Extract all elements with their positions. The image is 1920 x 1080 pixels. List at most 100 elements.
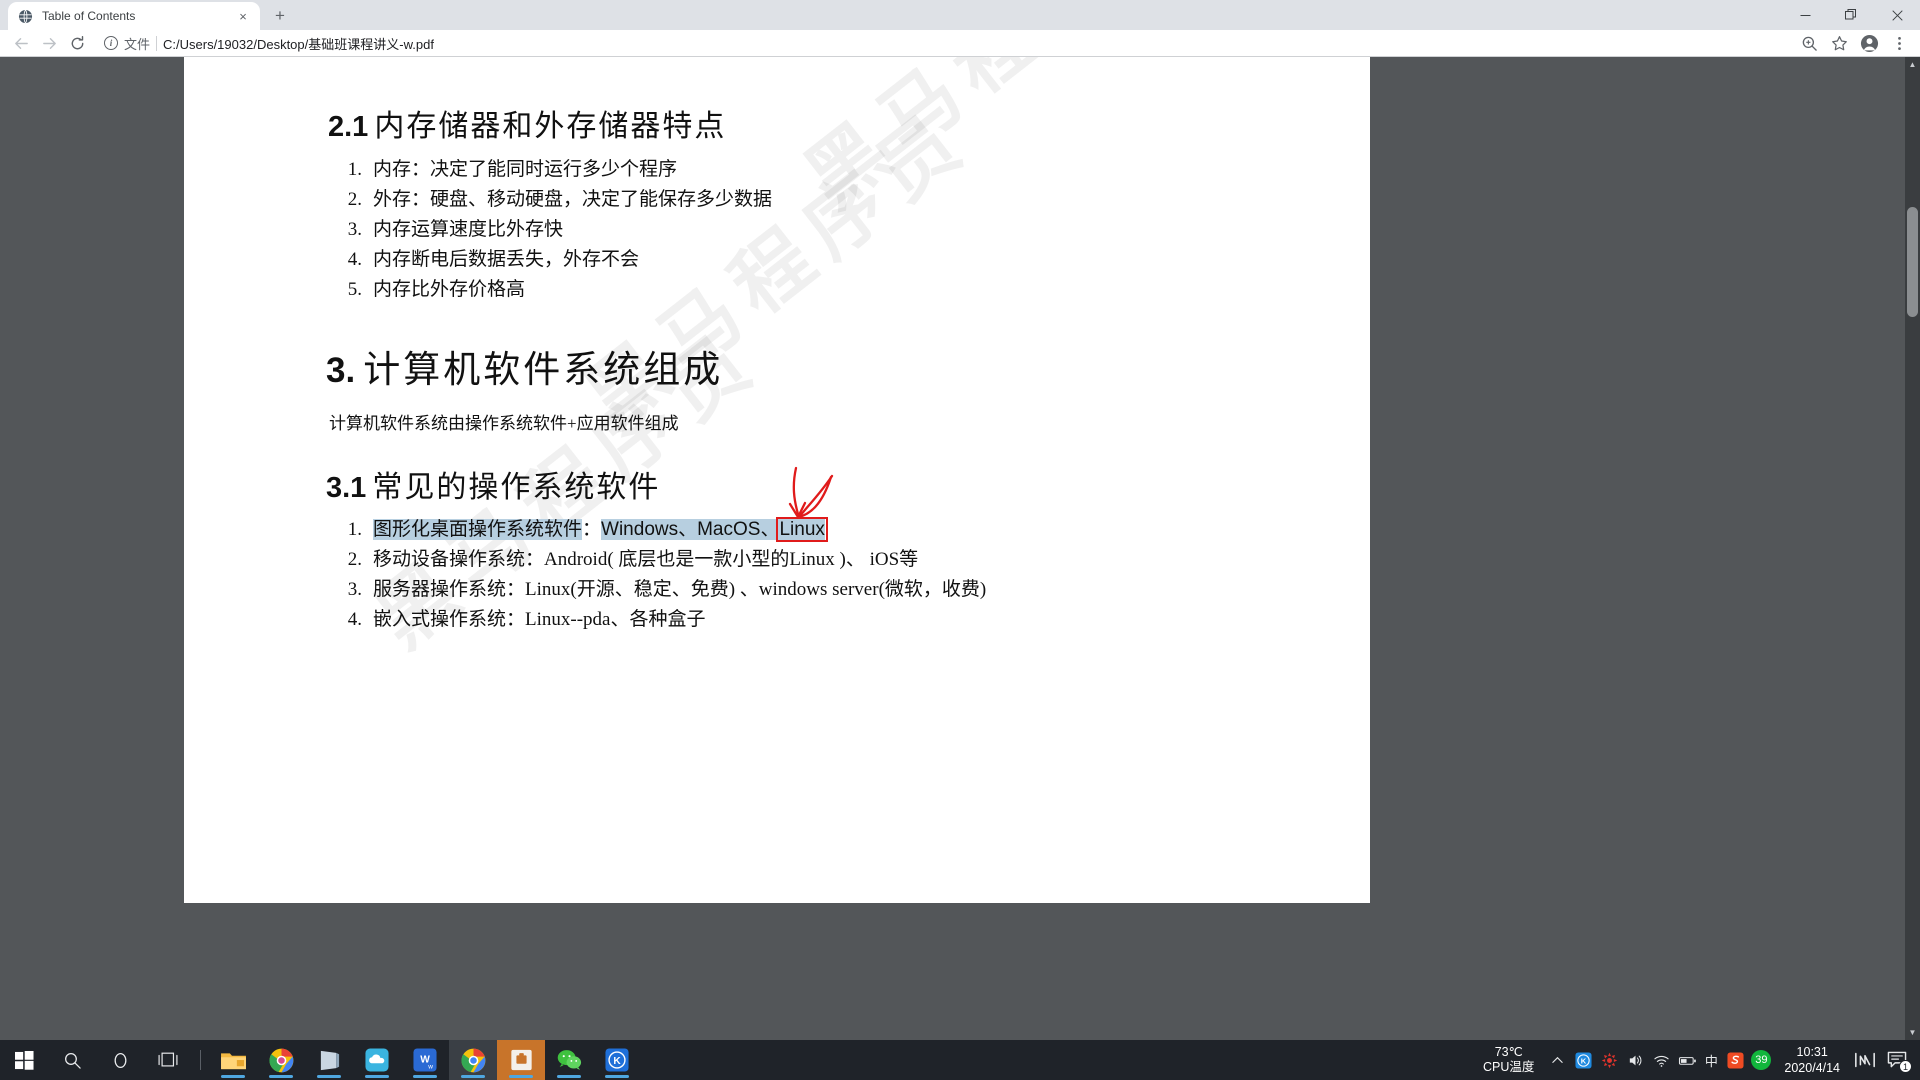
taskbar-separator — [200, 1050, 201, 1070]
cpu-temp-label: CPU温度 — [1482, 1060, 1535, 1074]
watermark-text: 黑马程序员 — [778, 57, 1209, 229]
colon: ： — [582, 519, 602, 540]
taskbar-app-baidu-netdisk[interactable] — [353, 1040, 401, 1080]
close-icon[interactable]: × — [235, 8, 251, 24]
tab-strip: Table of Contents × + — [0, 0, 1920, 30]
taskbar-app-google-chrome[interactable] — [449, 1040, 497, 1080]
network-speed-icon[interactable] — [1850, 1040, 1880, 1080]
taskbar-app-pdf-reader[interactable] — [497, 1040, 545, 1080]
window-controls — [1782, 0, 1920, 30]
heading-3-1-title: 常见的操作系统软件 — [372, 471, 661, 504]
highlighted-text: 图形化桌面操作系统软件 — [373, 519, 583, 540]
list-item: 3. 服务器操作系统：Linux(开源、稳定、免费) 、windows serve… — [332, 575, 986, 605]
taskbar-app-wps-writer[interactable]: W w — [401, 1040, 449, 1080]
pdf-page: 黑马程序员 黑马程序员 黑马程序员 2.1内存储器和外存储器特点 1.内存：决定… — [184, 57, 1370, 903]
taskbar-app-kugou-music[interactable]: K — [593, 1040, 641, 1080]
volume-icon[interactable] — [1622, 1040, 1648, 1080]
weather-badge-icon[interactable]: 39 — [1748, 1040, 1774, 1080]
sogou-input-icon[interactable] — [1722, 1040, 1748, 1080]
scrollbar-thumb[interactable] — [1907, 207, 1918, 317]
taskbar-app-notepad[interactable] — [305, 1040, 353, 1080]
ime-chinese-icon[interactable]: 中 — [1700, 1040, 1722, 1080]
heading-3-title: 计算机软件系统组成 — [363, 350, 724, 391]
maximize-button[interactable] — [1828, 0, 1874, 30]
clock-widget[interactable]: 10:31 2020/4/14 — [1774, 1044, 1850, 1076]
cortana-circle-icon[interactable] — [96, 1040, 144, 1080]
globe-icon — [17, 8, 33, 24]
start-button[interactable] — [0, 1040, 48, 1080]
list-item: 3. 内存运算速度比外存快 — [332, 215, 772, 245]
browser-window: Table of Contents × + i 文件 C:/Users/1903… — [0, 0, 1920, 1040]
wifi-icon[interactable] — [1648, 1040, 1674, 1080]
list-item: 4. 嵌入式操作系统：Linux--pda、各种盒子 — [332, 605, 986, 635]
list-item: 5. 内存比外存价格高 — [332, 275, 772, 305]
list-text: 移动设备操作系统：Android( 底层也是一款小型的Linux )、 iOS等 — [373, 549, 919, 570]
list-text: 内存运算速度比外存快 — [373, 219, 564, 240]
heading-3: 3. 计算机软件系统组成 — [326, 339, 723, 393]
profile-avatar-icon[interactable] — [1856, 30, 1882, 56]
address-bar[interactable]: i 文件 C:/Users/19032/Desktop/基础班课程讲义-w.pd… — [96, 32, 1790, 54]
page-info-icon[interactable]: i — [104, 36, 118, 50]
cpu-temp-value: 73℃ — [1494, 1045, 1523, 1059]
close-button[interactable] — [1874, 0, 1920, 30]
kebab-menu-icon[interactable] — [1886, 30, 1912, 56]
svg-text:K: K — [1581, 1056, 1587, 1065]
running-indicator — [221, 1075, 245, 1078]
list-text: 内存：决定了能同时运行多少个程序 — [373, 159, 678, 180]
back-button[interactable] — [8, 30, 34, 56]
taskbar-app-chrome-colorful[interactable] — [257, 1040, 305, 1080]
clock-date: 2020/4/14 — [1784, 1061, 1840, 1075]
pdf-viewer: 黑马程序员 黑马程序员 黑马程序员 2.1内存储器和外存储器特点 1.内存：决定… — [0, 57, 1920, 1040]
minimize-button[interactable] — [1782, 0, 1828, 30]
chevron-up-icon[interactable] — [1544, 1040, 1570, 1080]
running-indicator — [413, 1075, 437, 1078]
list-item: 1. 内存：决定了能同时运行多少个程序 — [332, 155, 772, 185]
star-icon[interactable] — [1826, 30, 1852, 56]
tab-title: Table of Contents — [42, 9, 136, 23]
list-marker: 1. — [347, 159, 362, 180]
task-view-icon[interactable] — [144, 1040, 192, 1080]
scroll-up-arrow[interactable]: ▲ — [1905, 57, 1920, 72]
list-marker: 3. — [347, 219, 362, 240]
svg-text:K: K — [613, 1056, 621, 1067]
list-2-1: 1. 内存：决定了能同时运行多少个程序 2. 外存：硬盘、移动硬盘，决定了能保存多少… — [332, 155, 772, 305]
list-item: 4. 内存断电后数据丢失，外存不会 — [332, 245, 772, 275]
new-tab-button[interactable]: + — [266, 1, 294, 29]
list-3-1: 1. 图形化桌面操作系统软件：Windows、MacOS、Linux 2. 移动设备… — [332, 515, 986, 635]
taskbar-app-wechat[interactable] — [545, 1040, 593, 1080]
list-item: 1. 图形化桌面操作系统软件：Windows、MacOS、Linux — [332, 515, 986, 545]
clock-time: 10:31 — [1796, 1045, 1828, 1059]
list-text: 内存比外存价格高 — [373, 279, 526, 300]
running-indicator — [317, 1075, 341, 1078]
system-tray: 73℃ CPU温度 K 中 39 10:31 2020/4/14 1 — [1473, 1040, 1920, 1080]
list-marker: 2. — [347, 189, 362, 210]
toolbar-actions — [1796, 30, 1912, 56]
heading-3-number: 3. — [326, 351, 356, 390]
list-item: 2. 移动设备操作系统：Android( 底层也是一款小型的Linux )、 iO… — [332, 545, 986, 575]
cpu-temperature-widget[interactable]: 73℃ CPU温度 — [1473, 1045, 1544, 1075]
kingsoft-icon[interactable]: K — [1570, 1040, 1596, 1080]
address-bar-url: C:/Users/19032/Desktop/基础班课程讲义-w.pdf — [163, 36, 434, 52]
scheme-label: 文件 — [124, 36, 151, 52]
reload-button[interactable] — [64, 30, 90, 56]
svg-text:w: w — [427, 1063, 433, 1070]
running-indicator — [509, 1075, 533, 1078]
security-shield-icon[interactable] — [1596, 1040, 1622, 1080]
search-icon[interactable] — [48, 1040, 96, 1080]
list-text: 内存断电后数据丢失，外存不会 — [373, 249, 640, 270]
running-indicator — [365, 1075, 389, 1078]
zoom-in-icon[interactable] — [1796, 30, 1822, 56]
vertical-scrollbar[interactable]: ▲ ▼ — [1905, 57, 1920, 1040]
running-indicator — [605, 1075, 629, 1078]
list-marker: 5. — [347, 279, 362, 300]
battery-icon[interactable] — [1674, 1040, 1700, 1080]
taskbar-app-file-explorer[interactable] — [209, 1040, 257, 1080]
heading-3-1: 3.1 常见的操作系统软件 — [326, 462, 660, 506]
forward-button[interactable] — [36, 30, 62, 56]
heading-2-1-number: 2.1 — [328, 111, 369, 143]
action-center-icon[interactable]: 1 — [1880, 1040, 1914, 1080]
running-indicator — [269, 1075, 293, 1078]
scroll-down-arrow[interactable]: ▼ — [1905, 1025, 1920, 1040]
heading-3-1-number: 3.1 — [326, 472, 367, 504]
tab-table-of-contents[interactable]: Table of Contents × — [8, 2, 260, 30]
